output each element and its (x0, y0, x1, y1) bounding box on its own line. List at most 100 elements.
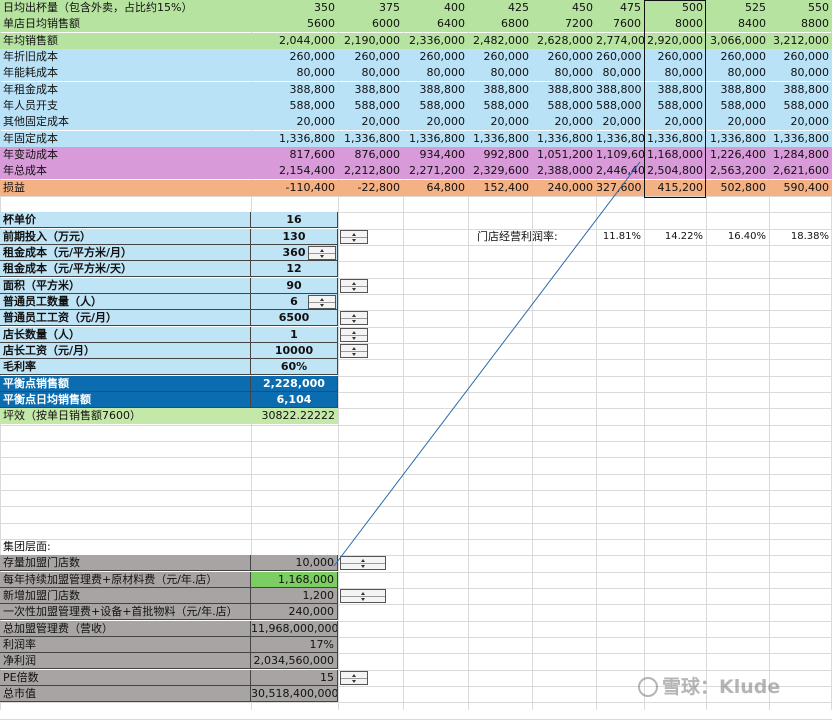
row-label[interactable]: 年能耗成本 (0, 65, 251, 81)
value-cell[interactable]: 20,000 (468, 114, 532, 130)
spin-button[interactable] (340, 344, 368, 358)
value-cell[interactable]: 3,066,000 (706, 33, 769, 49)
value-cell[interactable]: 80,000 (403, 65, 468, 81)
value-cell[interactable]: 80,000 (251, 65, 338, 81)
param-value[interactable]: 6,104 (251, 392, 338, 408)
group-title[interactable]: 集团层面: (0, 539, 251, 555)
param-label[interactable]: 毛利率 (0, 359, 251, 375)
spin-button[interactable] (308, 295, 336, 309)
value-cell[interactable]: 525 (706, 0, 769, 16)
param-label[interactable]: 店长工资（元/月） (0, 343, 251, 359)
param-value[interactable]: 12 (251, 261, 338, 277)
row-label[interactable]: 年总成本 (0, 163, 251, 179)
value-cell[interactable]: 1,336,800 (532, 131, 596, 147)
value-cell[interactable]: 2,336,000 (403, 33, 468, 49)
group-label[interactable]: 一次性加盟管理费+设备+首批物料（元/年.店） (0, 604, 251, 620)
group-value[interactable]: 1,200 (251, 588, 338, 604)
value-cell[interactable]: 1,226,400 (706, 147, 769, 163)
value-cell[interactable]: 400 (403, 0, 468, 16)
value-cell[interactable]: 415,200 (644, 180, 706, 196)
value-cell[interactable]: 817,600 (251, 147, 338, 163)
spin-down-button[interactable] (341, 318, 367, 324)
value-cell[interactable]: 5600 (251, 16, 338, 32)
profit-margin-value[interactable]: 16.40% (706, 229, 769, 245)
value-cell[interactable]: 1,336,800 (596, 131, 644, 147)
profit-margin-value[interactable]: 11.81% (596, 229, 644, 245)
value-cell[interactable]: 260,000 (403, 49, 468, 65)
value-cell[interactable]: 590,400 (769, 180, 832, 196)
row-label[interactable]: 年固定成本 (0, 131, 251, 147)
value-cell[interactable]: 1,336,800 (769, 131, 832, 147)
group-label[interactable]: 总加盟管理费（营收） (0, 621, 251, 637)
value-cell[interactable]: 20,000 (596, 114, 644, 130)
value-cell[interactable]: 388,800 (251, 82, 338, 98)
spin-button[interactable] (340, 279, 368, 293)
param-value[interactable]: 60% (251, 359, 338, 375)
value-cell[interactable]: 20,000 (251, 114, 338, 130)
value-cell[interactable]: 388,800 (338, 82, 403, 98)
value-cell[interactable]: 2,628,000 (532, 33, 596, 49)
param-label[interactable]: 店长数量（人） (0, 327, 251, 343)
value-cell[interactable]: 152,400 (468, 180, 532, 196)
row-label[interactable]: 日均出杯量（包含外卖，占比约15%） (0, 0, 251, 16)
value-cell[interactable]: 2,504,800 (644, 163, 706, 179)
param-label[interactable]: 平衡点销售额 (0, 376, 251, 392)
spin-button[interactable] (340, 230, 368, 244)
value-cell[interactable]: 80,000 (644, 65, 706, 81)
value-cell[interactable]: 2,621,600 (769, 163, 832, 179)
value-cell[interactable]: 260,000 (468, 49, 532, 65)
value-cell[interactable]: 588,000 (644, 98, 706, 114)
group-label[interactable]: PE倍数 (0, 670, 251, 686)
value-cell[interactable]: 260,000 (596, 49, 644, 65)
group-value[interactable]: 1,168,000 (251, 572, 338, 588)
spin-button[interactable] (308, 246, 336, 260)
param-value[interactable]: 6500 (251, 310, 338, 326)
value-cell[interactable]: 1,284,800 (769, 147, 832, 163)
value-cell[interactable]: 388,800 (532, 82, 596, 98)
value-cell[interactable]: 876,000 (338, 147, 403, 163)
value-cell[interactable]: 80,000 (338, 65, 403, 81)
group-value[interactable]: 30,518,400,000 (251, 686, 338, 702)
value-cell[interactable]: 2,329,600 (468, 163, 532, 179)
value-cell[interactable]: 1,168,000 (644, 147, 706, 163)
value-cell[interactable]: 260,000 (769, 49, 832, 65)
value-cell[interactable]: 2,190,000 (338, 33, 403, 49)
value-cell[interactable]: 260,000 (644, 49, 706, 65)
spin-down-button[interactable] (341, 237, 367, 243)
param-value[interactable]: 10000 (251, 343, 338, 359)
value-cell[interactable]: 1,336,800 (338, 131, 403, 147)
value-cell[interactable]: 260,000 (706, 49, 769, 65)
row-label[interactable]: 年租金成本 (0, 82, 251, 98)
row-label[interactable]: 年变动成本 (0, 147, 251, 163)
value-cell[interactable]: 588,000 (769, 98, 832, 114)
value-cell[interactable]: 2,271,200 (403, 163, 468, 179)
value-cell[interactable]: 2,482,000 (468, 33, 532, 49)
value-cell[interactable]: 1,336,800 (644, 131, 706, 147)
value-cell[interactable]: 20,000 (706, 114, 769, 130)
value-cell[interactable]: 588,000 (596, 98, 644, 114)
param-label[interactable]: 平衡点日均销售额 (0, 392, 251, 408)
group-label[interactable]: 利润率 (0, 637, 251, 653)
value-cell[interactable]: 20,000 (338, 114, 403, 130)
group-value[interactable]: 17% (251, 637, 338, 653)
param-value[interactable]: 16 (251, 212, 338, 228)
param-value[interactable]: 130 (251, 229, 338, 245)
value-cell[interactable]: 80,000 (532, 65, 596, 81)
profit-margin-label[interactable]: 门店经营利润率: (474, 229, 614, 245)
value-cell[interactable]: 64,800 (403, 180, 468, 196)
value-cell[interactable]: 588,000 (468, 98, 532, 114)
value-cell[interactable]: 388,800 (769, 82, 832, 98)
value-cell[interactable]: 500 (644, 0, 706, 16)
group-value[interactable]: 240,000 (251, 604, 338, 620)
value-cell[interactable]: 2,388,000 (532, 163, 596, 179)
row-label[interactable]: 其他固定成本 (0, 114, 251, 130)
param-value[interactable]: 90 (251, 278, 338, 294)
param-value[interactable]: 1 (251, 327, 338, 343)
group-label[interactable]: 净利润 (0, 653, 251, 669)
value-cell[interactable]: 80,000 (596, 65, 644, 81)
spin-down-button[interactable] (341, 351, 367, 357)
row-label[interactable]: 损益 (0, 180, 251, 196)
group-value[interactable]: 11,968,000,000 (251, 621, 338, 637)
value-cell[interactable]: 20,000 (769, 114, 832, 130)
spin-button[interactable] (340, 589, 386, 603)
